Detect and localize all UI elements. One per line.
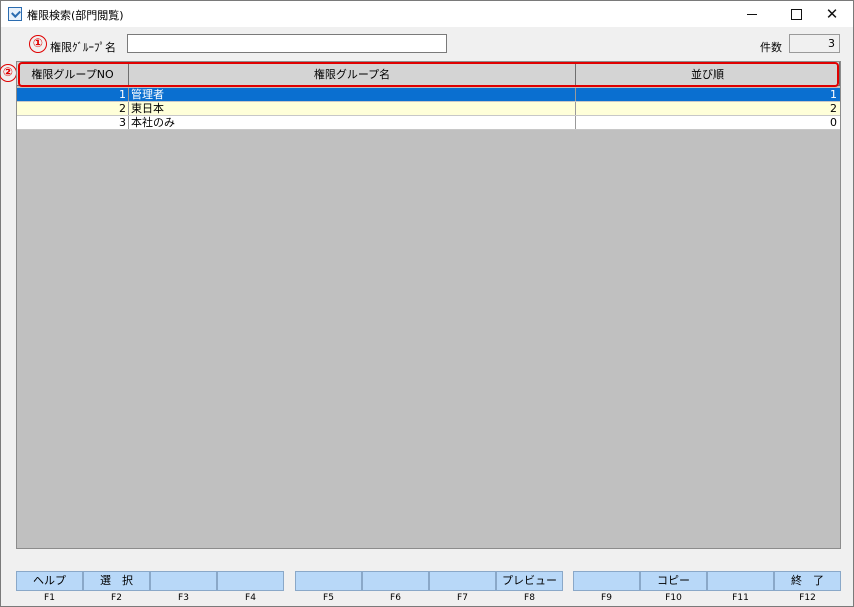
f11-button[interactable] — [707, 571, 774, 591]
title-bar: 権限検索(部門閲覧) ✕ — [1, 1, 853, 27]
column-header-group-no[interactable]: 権限グループNO — [17, 62, 129, 86]
f1-help-button[interactable]: ヘルプ — [16, 571, 83, 591]
f9-button[interactable] — [573, 571, 640, 591]
group-name-label: 権限ｸﾞﾙｰﾌﾟ名 — [50, 41, 116, 54]
table-row[interactable]: 3 本社のみ 0 — [17, 116, 840, 130]
f8-label: F8 — [524, 593, 535, 603]
f8-preview-button[interactable]: プレビュー — [496, 571, 563, 591]
cell-group-name: 東日本 — [129, 102, 576, 115]
f2-select-button[interactable]: 選 択 — [83, 571, 150, 591]
f1-label: F1 — [44, 593, 55, 603]
f4-label: F4 — [245, 593, 256, 603]
f12-exit-button[interactable]: 終 了 — [774, 571, 841, 591]
f3-button[interactable] — [150, 571, 217, 591]
fkey-group-1: ヘルプ 選 択 — [16, 571, 284, 591]
cell-group-no: 3 — [17, 116, 129, 129]
function-key-bar: ヘルプ 選 択 プレビュー コピー 終 了 F1 F2 F3 F4 F5 F6 … — [16, 571, 841, 605]
f2-label: F2 — [111, 593, 122, 603]
f10-label: F10 — [665, 593, 682, 603]
f10-copy-button[interactable]: コピー — [640, 571, 707, 591]
f5-button[interactable] — [295, 571, 362, 591]
table-row[interactable]: 2 東日本 2 — [17, 102, 840, 116]
fkey-group-3: コピー 終 了 — [573, 571, 841, 591]
f5-label: F5 — [323, 593, 334, 603]
f7-label: F7 — [457, 593, 468, 603]
cell-sort-order: 2 — [830, 102, 837, 115]
f4-button[interactable] — [217, 571, 284, 591]
f6-label: F6 — [390, 593, 401, 603]
grid-header: 権限グループNO 権限グループ名 並び順 — [17, 62, 840, 86]
cell-sort-order: 0 — [830, 116, 837, 129]
close-icon[interactable]: ✕ — [810, 1, 854, 27]
cell-group-no: 2 — [17, 102, 129, 115]
app-icon — [8, 7, 22, 21]
annotation-marker-2: ② — [0, 64, 17, 82]
results-grid[interactable]: 権限グループNO 権限グループ名 並び順 1 管理者 1 2 東日本 2 3 本… — [16, 61, 841, 549]
f12-label: F12 — [799, 593, 816, 603]
column-header-group-name[interactable]: 権限グループ名 — [129, 62, 576, 86]
column-header-sort-order[interactable]: 並び順 — [576, 62, 840, 86]
count-label: 件数 — [760, 41, 782, 54]
minimize-icon[interactable] — [730, 1, 774, 27]
group-name-input[interactable] — [127, 34, 447, 53]
window-title: 権限検索(部門閲覧) — [27, 9, 124, 22]
table-row[interactable]: 1 管理者 1 — [17, 88, 840, 102]
f7-button[interactable] — [429, 571, 496, 591]
f11-label: F11 — [732, 593, 749, 603]
annotation-marker-1: ① — [29, 35, 47, 53]
count-value: 3 — [789, 34, 840, 53]
f6-button[interactable] — [362, 571, 429, 591]
cell-group-no: 1 — [17, 88, 129, 101]
f9-label: F9 — [601, 593, 612, 603]
cell-group-name: 本社のみ — [129, 116, 576, 129]
app-window: 権限検索(部門閲覧) ✕ ① 権限ｸﾞﾙｰﾌﾟ名 件数 3 ② 権限グループNO… — [0, 0, 854, 607]
fkey-group-2: プレビュー — [295, 571, 563, 591]
cell-sort-order: 1 — [830, 88, 837, 101]
f3-label: F3 — [178, 593, 189, 603]
cell-group-name: 管理者 — [129, 88, 576, 101]
